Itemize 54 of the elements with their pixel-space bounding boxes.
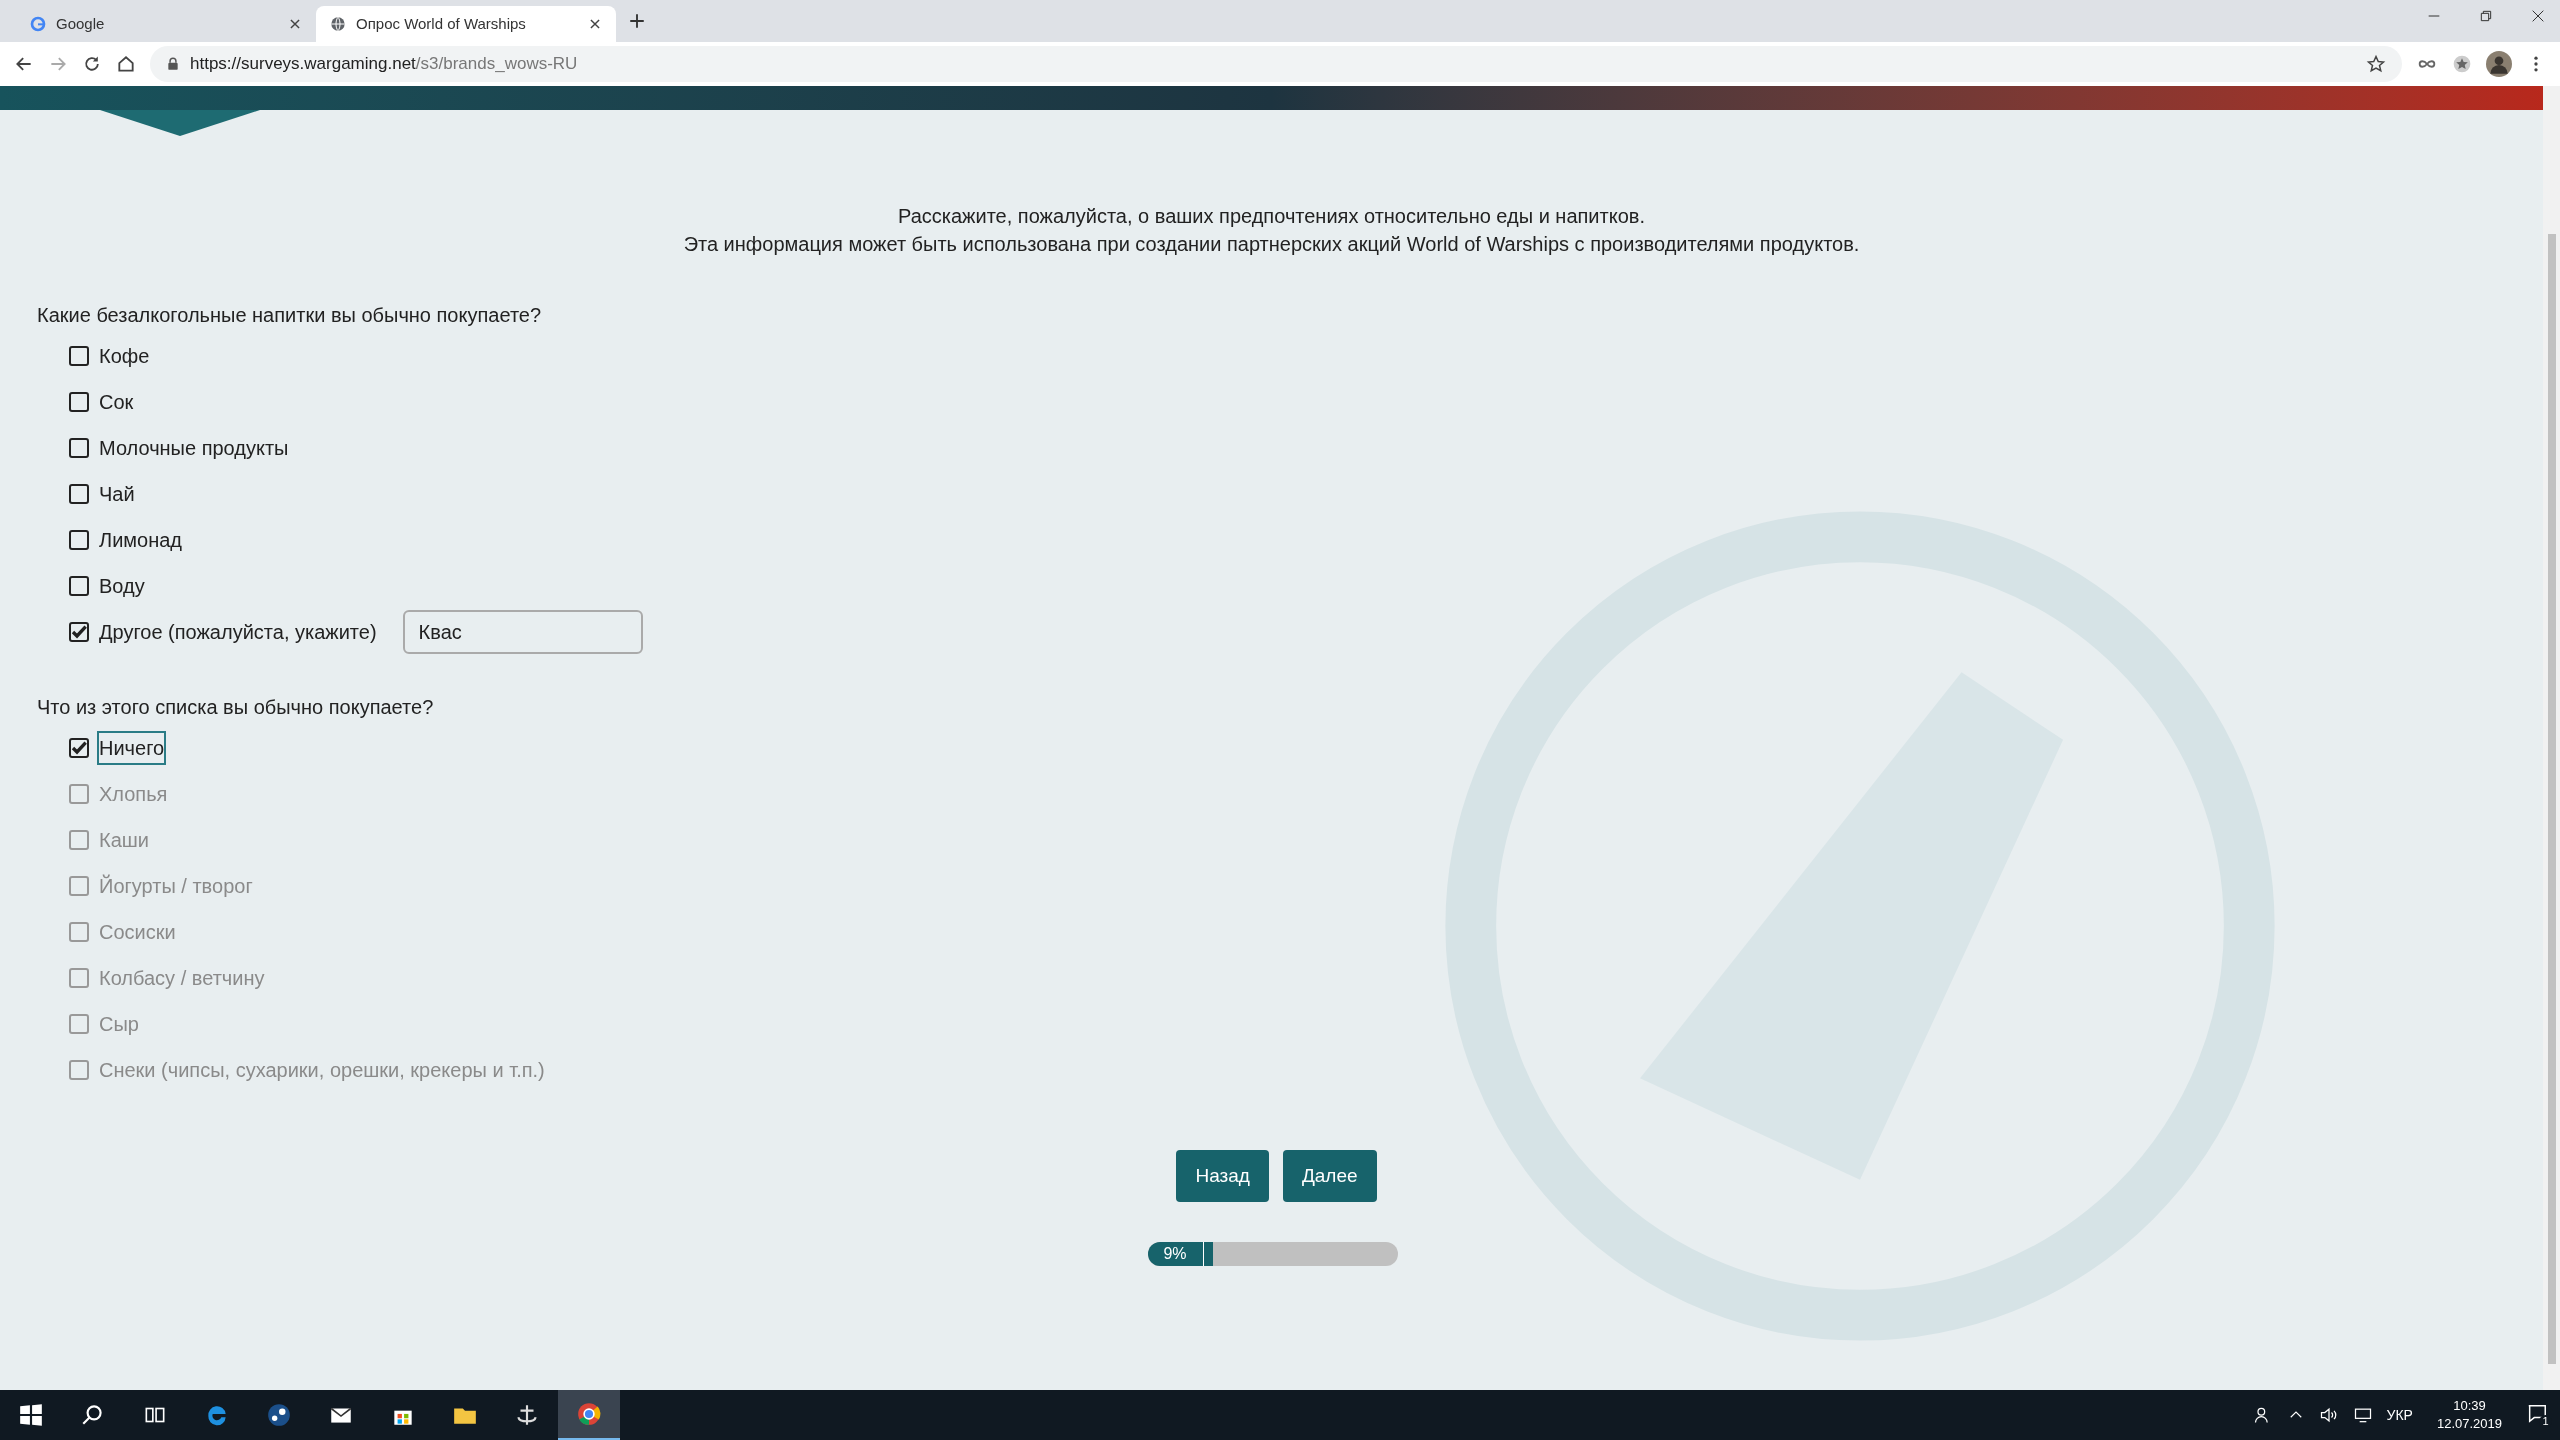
option-label[interactable]: Чай <box>99 479 135 509</box>
checkbox[interactable] <box>69 392 89 412</box>
option-label[interactable]: Сок <box>99 387 134 417</box>
avatar-icon[interactable] <box>2486 51 2512 77</box>
option-label: Снеки (чипсы, сухарики, орешки, крекеры и т.п.) <box>99 1058 545 1083</box>
close-icon[interactable] <box>588 17 602 31</box>
checkbox[interactable] <box>69 738 89 758</box>
checkbox[interactable] <box>69 438 89 458</box>
option-label[interactable]: Кофе <box>99 341 150 371</box>
clock-time[interactable]: 10:39 <box>2453 1397 2486 1415</box>
speaker-icon[interactable] <box>2318 1405 2339 1425</box>
option-label: Йогурты / творог <box>99 873 253 899</box>
globe-icon <box>330 16 346 32</box>
notification-count: 1 <box>2539 1415 2552 1428</box>
option-label: Каши <box>99 828 149 853</box>
close-icon[interactable] <box>288 17 302 31</box>
option-label[interactable]: Лимонад <box>99 525 182 555</box>
checkbox[interactable] <box>69 622 89 642</box>
clock-date[interactable]: 12.07.2019 <box>2436 1415 2502 1433</box>
browser-tab[interactable]: Опрос World of Warships <box>316 6 616 42</box>
close-icon[interactable] <box>2530 8 2546 24</box>
option-label: Хлопья <box>99 782 168 807</box>
option-label: Сосиски <box>99 920 176 945</box>
new-tab-icon[interactable] <box>628 12 646 30</box>
checkbox[interactable] <box>69 530 89 550</box>
tab-title: Опрос World of Warships <box>356 13 527 34</box>
option-label[interactable]: Молочные продукты <box>99 433 289 463</box>
option-label: Сыр <box>99 1012 139 1037</box>
option-label: Колбасу / ветчину <box>99 966 265 991</box>
scrollbar[interactable] <box>2543 86 2560 1390</box>
nav-button[interactable]: Далее <box>1282 1150 1377 1202</box>
checkbox[interactable] <box>69 576 89 596</box>
star-icon[interactable] <box>2366 54 2386 74</box>
home-icon[interactable] <box>116 54 136 74</box>
lock-icon <box>166 57 180 71</box>
intro-text: Эта информация может быть использована при создании партнерских акций World of Warships с производителями продуктов. <box>683 232 1860 257</box>
progress-reading: 9% <box>1147 1242 1204 1266</box>
question-text: Что из этого списка вы обычно покупаете? <box>37 695 435 720</box>
browser-tab[interactable]: Google <box>16 6 316 42</box>
url-text: https://surveys.wargaming.net/s3/brands_wows-RU <box>190 53 578 76</box>
question-text: Какие безалкогольные напитки вы обычно покупаете? <box>37 303 543 328</box>
nav-button[interactable]: Назад <box>1176 1150 1269 1202</box>
restore-icon[interactable] <box>2478 8 2494 24</box>
option-label[interactable]: Ничего <box>99 733 165 763</box>
checkbox[interactable] <box>69 346 89 366</box>
other-input-field[interactable]: Квас <box>402 610 643 654</box>
language-indicator[interactable]: УКР <box>2386 1404 2413 1426</box>
intro-text: Расскажите, пожалуйста, о ваших предпочтениях относительно еды и напитков. <box>898 204 1645 229</box>
reload-icon[interactable] <box>82 54 102 74</box>
option-label[interactable]: Другое (пожалуйста, укажите) <box>99 617 377 647</box>
address-bar[interactable]: https://surveys.wargaming.net/s3/brands_wows-RU <box>150 46 2402 82</box>
tab-title: Google <box>56 13 106 34</box>
checkbox[interactable] <box>69 484 89 504</box>
option-label[interactable]: Воду <box>99 571 145 601</box>
